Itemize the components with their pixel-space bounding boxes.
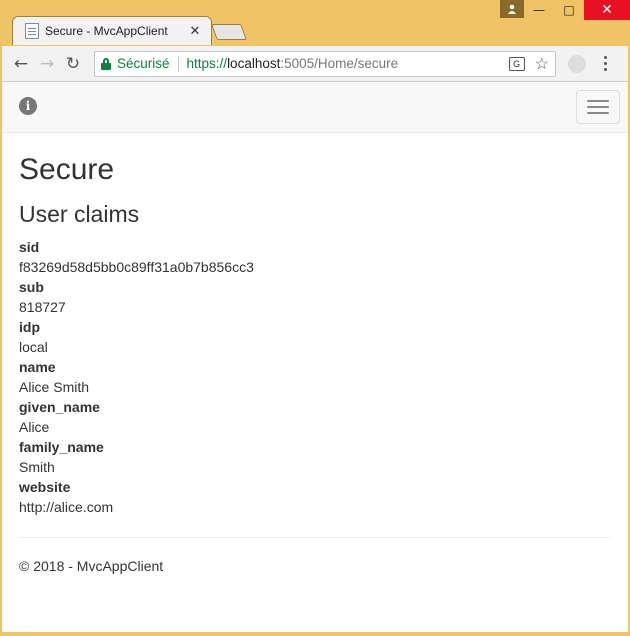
footer: © 2018 - MvcAppClient — [19, 558, 164, 574]
tab-strip: Secure - MvcAppClient ✕ — [0, 16, 630, 46]
claim-type: given_name — [19, 399, 100, 415]
forward-arrow-icon[interactable]: → — [34, 51, 60, 77]
new-tab-button[interactable] — [211, 24, 247, 40]
claim-type: idp — [19, 319, 40, 335]
extension-icon[interactable] — [568, 54, 586, 73]
claim-value: 818727 — [19, 299, 66, 315]
bookmark-star-icon[interactable]: ☆ — [535, 54, 549, 74]
url-host: localhost — [227, 56, 281, 71]
claim-value: Smith — [19, 459, 55, 475]
navbar: i — [2, 82, 628, 133]
secure-label[interactable]: Sécurisé — [117, 56, 170, 71]
info-icon[interactable]: i — [19, 97, 37, 115]
url-scheme: https:// — [186, 56, 228, 71]
browser-toolbar: ← → ↻ Sécurisé https:// localhost :5005/… — [2, 46, 628, 82]
url-path: :5005/Home/secure — [280, 56, 399, 71]
claim-type: family_name — [19, 439, 104, 455]
web-page: i Secure User claims sid f83269d58d5bb0c… — [2, 82, 628, 632]
navbar-toggle-button[interactable] — [576, 90, 620, 124]
back-arrow-icon[interactable]: ← — [8, 51, 34, 77]
browser-menu-icon[interactable] — [598, 56, 612, 71]
address-bar[interactable]: Sécurisé https:// localhost :5005/Home/s… — [94, 50, 556, 77]
claim-value: Alice Smith — [19, 379, 90, 395]
translate-icon[interactable]: G — [508, 56, 525, 71]
lock-icon[interactable] — [101, 57, 111, 70]
tab-close-icon[interactable]: ✕ — [187, 24, 203, 39]
reload-icon[interactable]: ↻ — [60, 51, 86, 77]
tab-title: Secure - MvcAppClient — [45, 24, 168, 38]
page-favicon-icon — [25, 23, 39, 39]
claim-type: website — [19, 479, 71, 495]
claim-type: name — [19, 359, 56, 375]
footer-divider — [19, 537, 611, 538]
divider — [177, 55, 179, 72]
page-title: Secure — [19, 153, 115, 186]
claim-type: sid — [19, 239, 40, 255]
browser-tab[interactable]: Secure - MvcAppClient ✕ — [12, 16, 212, 45]
page-subtitle: User claims — [19, 201, 140, 227]
claim-value: local — [19, 339, 48, 355]
claim-value: f83269d58d5bb0c89ff31a0b7b856cc3 — [19, 259, 254, 275]
main-content: Secure User claims sid f83269d58d5bb0c89… — [2, 152, 628, 574]
claims-list: sid f83269d58d5bb0c89ff31a0b7b856cc3 sub… — [19, 237, 611, 517]
claim-type: sub — [19, 279, 44, 295]
claim-value: Alice — [19, 419, 50, 435]
claim-value: http://alice.com — [19, 499, 114, 515]
